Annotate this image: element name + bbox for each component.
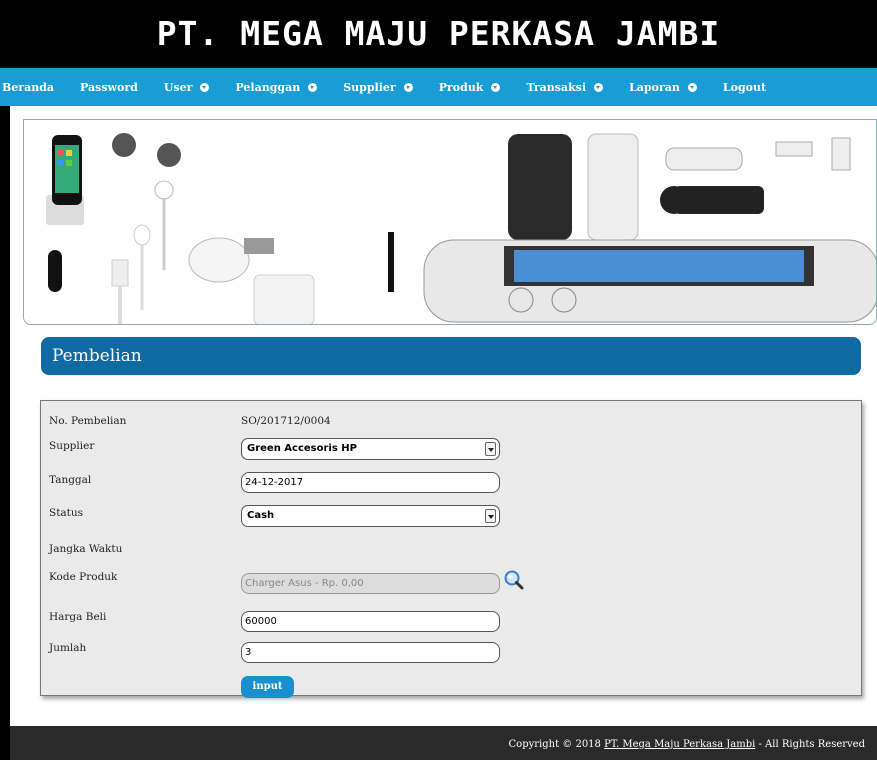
- nav-item-produk[interactable]: Produk: [439, 81, 501, 94]
- nav-label: Laporan: [629, 80, 680, 94]
- nav-item-logout[interactable]: Logout: [723, 81, 766, 94]
- nav-label: Password: [80, 80, 138, 94]
- site-title: PT. MEGA MAJU PERKASA JAMBI: [156, 14, 721, 53]
- company-link[interactable]: PT. Mega Maju Perkasa Jambi: [604, 739, 755, 750]
- form-row-jangka-waktu: Jangka Waktu: [41, 539, 861, 565]
- main-content: Pembelian No. Pembelian SO/201712/0004 S…: [10, 106, 877, 726]
- nav-item-laporan[interactable]: Laporan: [629, 81, 697, 94]
- chevron-down-icon: [403, 82, 413, 92]
- chevron-down-icon: [491, 82, 501, 92]
- section-title: Pembelian: [52, 346, 142, 366]
- no-pembelian-value: SO/201712/0004: [241, 415, 331, 427]
- jangka-waktu-label: Jangka Waktu: [49, 543, 123, 555]
- form-row-tanggal: Tanggal 24-12-2017: [41, 472, 861, 498]
- nav-item-user[interactable]: User: [164, 81, 210, 94]
- chevron-down-icon: [687, 82, 697, 92]
- kode-produk-input[interactable]: Charger Asus - Rp. 0,00: [241, 573, 500, 594]
- jumlah-label: Jumlah: [49, 642, 87, 654]
- main-navbar: Beranda Password User Pelanggan Supplier…: [0, 68, 877, 106]
- status-select[interactable]: Cash: [241, 505, 500, 527]
- site-header: PT. MEGA MAJU PERKASA JAMBI: [0, 0, 877, 68]
- form-row-supplier: Supplier Green Accesoris HP: [41, 438, 861, 464]
- harga-beli-input[interactable]: 60000: [241, 611, 500, 632]
- nav-item-password[interactable]: Password: [80, 81, 138, 94]
- product-banner: [23, 119, 877, 325]
- form-row-kode-produk: Kode Produk Charger Asus - Rp. 0,00: [41, 570, 861, 599]
- chevron-down-icon: [485, 442, 496, 456]
- tanggal-label: Tanggal: [49, 474, 92, 486]
- copyright-text: Copyright © 2018 PT. Mega Maju Perkasa J…: [509, 739, 865, 750]
- chevron-down-icon: [308, 82, 318, 92]
- nav-item-transaksi[interactable]: Transaksi: [526, 80, 604, 94]
- copyright-suffix: - All Rights Reserved: [755, 739, 865, 750]
- status-selected-value: Cash: [247, 510, 275, 521]
- nav-label: User: [163, 80, 193, 94]
- form-row-submit: input: [41, 676, 861, 702]
- jumlah-input[interactable]: 3: [241, 642, 500, 663]
- chevron-down-icon: [594, 82, 604, 92]
- purchase-form: No. Pembelian SO/201712/0004 Supplier Gr…: [40, 400, 862, 698]
- nav-item-beranda[interactable]: Beranda: [2, 81, 54, 94]
- nav-item-pelanggan[interactable]: Pelanggan: [235, 80, 318, 94]
- no-pembelian-label: No. Pembelian: [49, 415, 127, 427]
- copyright-prefix: Copyright © 2018: [508, 739, 605, 750]
- nav-label: Logout: [722, 80, 767, 94]
- nav-label: Beranda: [2, 80, 55, 94]
- nav-label: Produk: [438, 80, 484, 94]
- supplier-select[interactable]: Green Accesoris HP: [241, 438, 500, 460]
- chevron-down-icon: [485, 509, 496, 523]
- section-header: Pembelian: [41, 337, 861, 375]
- harga-beli-label: Harga Beli: [49, 611, 107, 623]
- tanggal-input[interactable]: 24-12-2017: [241, 472, 500, 493]
- nav-item-supplier[interactable]: Supplier: [343, 80, 413, 94]
- chevron-down-icon: [200, 82, 210, 92]
- form-row-harga-beli: Harga Beli 60000: [41, 611, 861, 637]
- magnifier-icon[interactable]: [503, 569, 525, 591]
- nav-label: Pelanggan: [235, 80, 301, 94]
- banner-image: [24, 120, 876, 324]
- nav-label: Transaksi: [526, 80, 587, 94]
- supplier-label: Supplier: [49, 440, 95, 452]
- supplier-selected-value: Green Accesoris HP: [247, 443, 357, 454]
- form-row-jumlah: Jumlah 3: [41, 642, 861, 668]
- kode-produk-label: Kode Produk: [49, 571, 118, 583]
- site-footer: Copyright © 2018 PT. Mega Maju Perkasa J…: [10, 726, 877, 760]
- form-row-status: Status Cash: [41, 505, 861, 531]
- form-row-no-pembelian: No. Pembelian SO/201712/0004: [41, 411, 861, 437]
- input-button[interactable]: input: [241, 676, 294, 698]
- nav-label: Supplier: [343, 80, 396, 94]
- status-label: Status: [49, 507, 84, 519]
